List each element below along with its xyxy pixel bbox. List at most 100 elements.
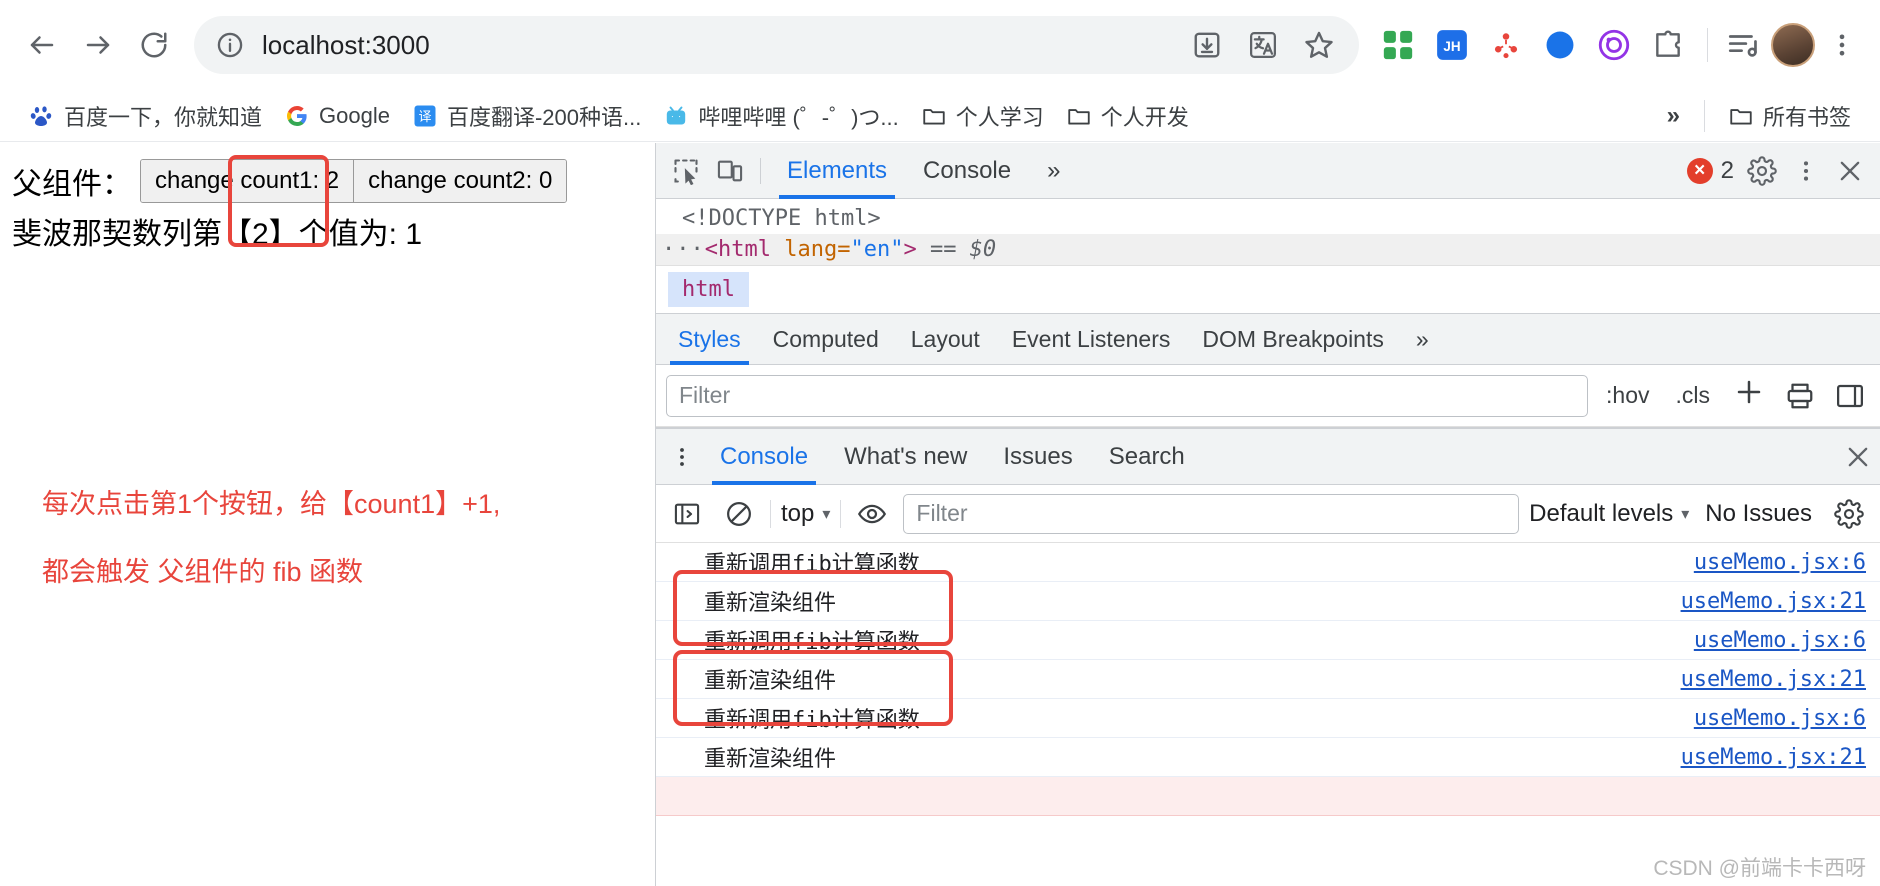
bookmark-label: 百度一下，你就知道 [64, 100, 262, 132]
profile-avatar[interactable] [1768, 20, 1818, 70]
hov-toggle[interactable]: :hov [1598, 382, 1657, 409]
no-issues-label[interactable]: No Issues [1699, 500, 1818, 528]
folder-icon [1066, 103, 1092, 129]
console-filter-input[interactable] [903, 494, 1519, 534]
inspect-element-icon[interactable] [664, 149, 708, 193]
console-message-list[interactable]: 重新调用fib计算函数 useMemo.jsx:6 重新渲染组件 useMemo… [656, 543, 1880, 886]
change-count1-button[interactable]: change count1: 2 [141, 160, 354, 202]
console-context-select[interactable]: top ▾ [781, 500, 830, 528]
error-count-badge[interactable]: × 2 [1687, 157, 1740, 185]
address-bar[interactable]: localhost:3000 [194, 16, 1359, 74]
bookmark-bilibili[interactable]: 哔哩哔哩 (゜-゜)つ... [652, 95, 909, 137]
console-settings-gear-icon[interactable] [1828, 493, 1870, 535]
chrome-menu-icon[interactable] [1818, 21, 1866, 69]
folder-icon [1728, 103, 1754, 129]
drawer-tab-whats-new[interactable]: What's new [826, 429, 985, 485]
qr-grid-icon[interactable] [1373, 20, 1423, 70]
console-toolbar-divider [770, 500, 771, 528]
tab-event-listeners[interactable]: Event Listeners [996, 313, 1187, 365]
console-message-source[interactable]: useMemo.jsx:21 [1681, 589, 1866, 614]
folder-icon [921, 103, 947, 129]
sidebar-toggle-icon[interactable] [1830, 376, 1870, 416]
drawer-close-icon[interactable] [1836, 435, 1880, 479]
console-levels-select[interactable]: Default levels ▾ [1529, 500, 1689, 528]
devtools-more-tabs-chevron[interactable]: » [1029, 143, 1078, 199]
bookmark-folder-dev[interactable]: 个人开发 [1055, 95, 1200, 137]
console-error-row[interactable] [656, 777, 1880, 816]
drawer-kebab-menu-icon[interactable] [662, 437, 702, 477]
parent-component-row: 父组件： change count1: 2 change count2: 0 [12, 159, 655, 203]
translate-icon[interactable] [1239, 21, 1287, 69]
console-message-source[interactable]: useMemo.jsx:21 [1681, 667, 1866, 692]
tab-styles[interactable]: Styles [662, 313, 757, 365]
clear-console-icon[interactable] [718, 493, 760, 535]
console-message-text: 重新渲染组件 [704, 663, 836, 695]
tab-layout[interactable]: Layout [895, 313, 996, 365]
back-arrow-icon[interactable] [14, 17, 70, 73]
media-list-icon[interactable] [1718, 20, 1768, 70]
tab-console[interactable]: Console [905, 143, 1029, 199]
console-message-source[interactable]: useMemo.jsx:6 [1694, 550, 1866, 575]
install-app-icon[interactable] [1183, 21, 1231, 69]
dom-html-row[interactable]: ···<html lang="en"> == $0 [656, 234, 1880, 265]
fibonacci-result-text: 斐波那契数列第【2】个值为: 1 [12, 209, 655, 253]
bookmark-folder-study[interactable]: 个人学习 [910, 95, 1055, 137]
console-message-source[interactable]: useMemo.jsx:21 [1681, 745, 1866, 770]
console-message-row[interactable]: 重新渲染组件 useMemo.jsx:21 [656, 660, 1880, 699]
tab-dom-breakpoints[interactable]: DOM Breakpoints [1186, 313, 1400, 365]
console-message-source[interactable]: useMemo.jsx:6 [1694, 628, 1866, 653]
all-bookmarks-label: 所有书签 [1763, 100, 1851, 132]
bookmarks-overflow-chevron[interactable]: » [1655, 98, 1692, 134]
bookmark-label: Google [319, 103, 390, 129]
devtools-close-icon[interactable] [1828, 149, 1872, 193]
smiley-icon[interactable] [1589, 20, 1639, 70]
tab-elements[interactable]: Elements [769, 143, 905, 199]
styles-filter-input[interactable] [666, 375, 1588, 417]
dom-expand-dots[interactable]: ··· [662, 237, 705, 262]
dom-doctype-row[interactable]: <!DOCTYPE html> [656, 203, 1880, 234]
console-message-source[interactable]: useMemo.jsx:6 [1694, 706, 1866, 731]
devtools-kebab-menu-icon[interactable] [1784, 149, 1828, 193]
breadcrumb-item-html[interactable]: html [668, 272, 749, 307]
device-toolbar-icon[interactable] [708, 149, 752, 193]
console-message-row[interactable]: 重新调用fib计算函数 useMemo.jsx:6 [656, 543, 1880, 582]
dom-tree: <!DOCTYPE html> ···<html lang="en"> == $… [656, 199, 1880, 265]
bookmark-baidu[interactable]: 百度一下，你就知道 [18, 95, 273, 137]
juejin-icon[interactable] [1481, 20, 1531, 70]
gear-icon[interactable] [1740, 149, 1784, 193]
styles-more-tabs-chevron[interactable]: » [1400, 313, 1445, 365]
console-message-row[interactable]: 重新调用fib计算函数 useMemo.jsx:6 [656, 699, 1880, 738]
cls-toggle[interactable]: .cls [1668, 382, 1719, 409]
console-sidebar-icon[interactable] [666, 493, 708, 535]
drawer-tab-issues[interactable]: Issues [985, 429, 1090, 485]
devtools-panel: Elements Console » × 2 <!DOCTYPE html> ·… [655, 143, 1880, 886]
bookmark-label: 个人学习 [956, 100, 1044, 132]
live-expression-icon[interactable] [851, 493, 893, 535]
reload-icon[interactable] [126, 17, 182, 73]
plus-icon[interactable] [1728, 377, 1770, 415]
console-message-text: 重新调用fib计算函数 [704, 624, 920, 656]
print-icon[interactable] [1780, 376, 1820, 416]
bookmark-fanyi[interactable]: 译 百度翻译-200种语... [401, 95, 652, 137]
dom-tag-open: <html [705, 237, 771, 262]
all-bookmarks-button[interactable]: 所有书签 [1717, 95, 1862, 137]
console-message-row[interactable]: 重新渲染组件 useMemo.jsx:21 [656, 582, 1880, 621]
puzzle-icon[interactable] [1643, 20, 1693, 70]
forward-arrow-icon[interactable] [70, 17, 126, 73]
jh-icon[interactable]: JH [1427, 20, 1477, 70]
bookmark-google[interactable]: Google [273, 98, 401, 134]
console-message-row[interactable]: 重新调用fib计算函数 useMemo.jsx:6 [656, 621, 1880, 660]
change-count2-button[interactable]: change count2: 0 [354, 160, 566, 202]
chevron-down-icon: ▾ [822, 504, 830, 524]
drawer-tab-search[interactable]: Search [1091, 429, 1203, 485]
blue-dot-icon[interactable] [1535, 20, 1585, 70]
error-count: 2 [1721, 157, 1734, 185]
console-message-row[interactable]: 重新渲染组件 useMemo.jsx:21 [656, 738, 1880, 777]
devtools-drawer: Console What's new Issues Search top [656, 427, 1880, 886]
drawer-tab-console[interactable]: Console [702, 429, 826, 485]
site-info-icon[interactable] [210, 25, 250, 65]
dom-attr-value: "en" [850, 237, 903, 262]
bookmark-star-icon[interactable] [1295, 21, 1343, 69]
tab-computed[interactable]: Computed [757, 313, 895, 365]
styles-sidebar-tabbar: Styles Computed Layout Event Listeners D… [656, 313, 1880, 365]
